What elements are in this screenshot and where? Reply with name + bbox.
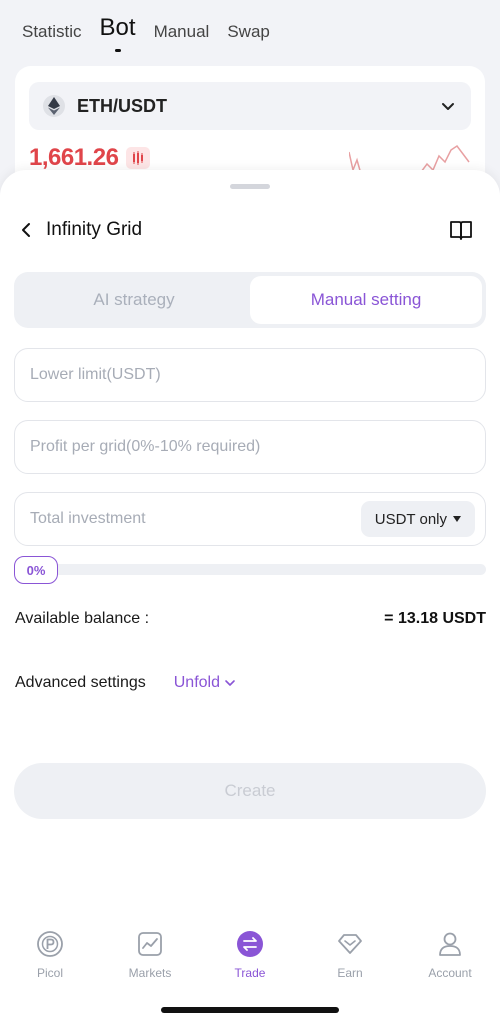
nav-markets[interactable]: Markets [100,920,200,990]
pair-selector[interactable]: ETH/USDT [29,82,471,130]
tab-statistic[interactable]: Statistic [22,22,82,42]
nav-label: Markets [128,966,172,980]
caret-down-icon [453,516,461,522]
home-indicator[interactable] [161,1007,339,1013]
chevron-down-icon [442,103,454,110]
price-row: 1,661.26 [29,144,151,172]
sheet-title: Infinity Grid [46,219,143,240]
pair-name: ETH/USDT [77,95,167,116]
markets-icon [138,932,162,956]
account-icon [439,932,461,956]
slider-track[interactable] [14,564,486,575]
pair-price: 1,661.26 [29,144,119,171]
ai-strategy-tab[interactable]: AI strategy [18,276,250,324]
profit-per-grid-input[interactable] [30,438,475,456]
nav-picol[interactable]: Picol [0,920,100,990]
available-balance-row: Available balance : = 13.18 USDT [15,610,486,628]
infinity-grid-sheet: Infinity Grid AI strategy Manual setting… [0,170,500,1024]
nav-trade[interactable]: Trade [200,920,300,990]
picol-icon [37,931,63,957]
create-button[interactable]: Create [14,763,486,819]
nav-label: Picol [36,966,63,980]
manual-setting-tab[interactable]: Manual setting [250,276,482,324]
nav-label: Earn [337,966,363,980]
advanced-settings-label: Advanced settings [15,674,146,691]
bottom-nav: Picol Markets Trade Earn Account [0,920,500,990]
lower-limit-input[interactable] [30,366,475,384]
candlestick-icon[interactable] [126,147,151,169]
available-balance-value: = 13.18 USDT [384,610,486,627]
nav-label: Trade [234,966,266,980]
ethereum-icon [43,95,65,117]
trade-icon [237,931,263,957]
chevron-down-icon [225,680,235,686]
currency-dropdown-label: USDT only [374,510,447,528]
unfold-label: Unfold [173,674,220,691]
total-investment-input[interactable] [30,510,361,528]
nav-earn[interactable]: Earn [300,920,400,990]
earn-icon [338,934,362,954]
total-investment-field: USDT only [14,492,486,546]
strategy-segmented-control: AI strategy Manual setting [14,272,486,328]
lower-limit-field [14,348,486,402]
sheet-header: Infinity Grid [0,210,500,250]
back-icon[interactable] [18,221,36,239]
investment-slider[interactable]: 0% [14,556,486,584]
book-icon[interactable] [448,217,474,243]
tab-bot[interactable]: Bot [100,14,136,52]
nav-account[interactable]: Account [400,920,500,990]
slider-knob[interactable]: 0% [14,556,58,584]
sheet-grabber[interactable] [230,184,270,189]
available-balance-label: Available balance : [15,610,150,627]
unfold-toggle[interactable]: Unfold [174,674,236,692]
tab-swap[interactable]: Swap [227,22,270,42]
top-tab-bar: Statistic Bot Manual Swap [22,14,270,52]
nav-label: Account [428,966,472,980]
advanced-settings-row: Advanced settings Unfold [15,674,236,692]
tab-manual[interactable]: Manual [154,22,210,42]
currency-dropdown[interactable]: USDT only [360,501,475,537]
profit-per-grid-field [14,420,486,474]
